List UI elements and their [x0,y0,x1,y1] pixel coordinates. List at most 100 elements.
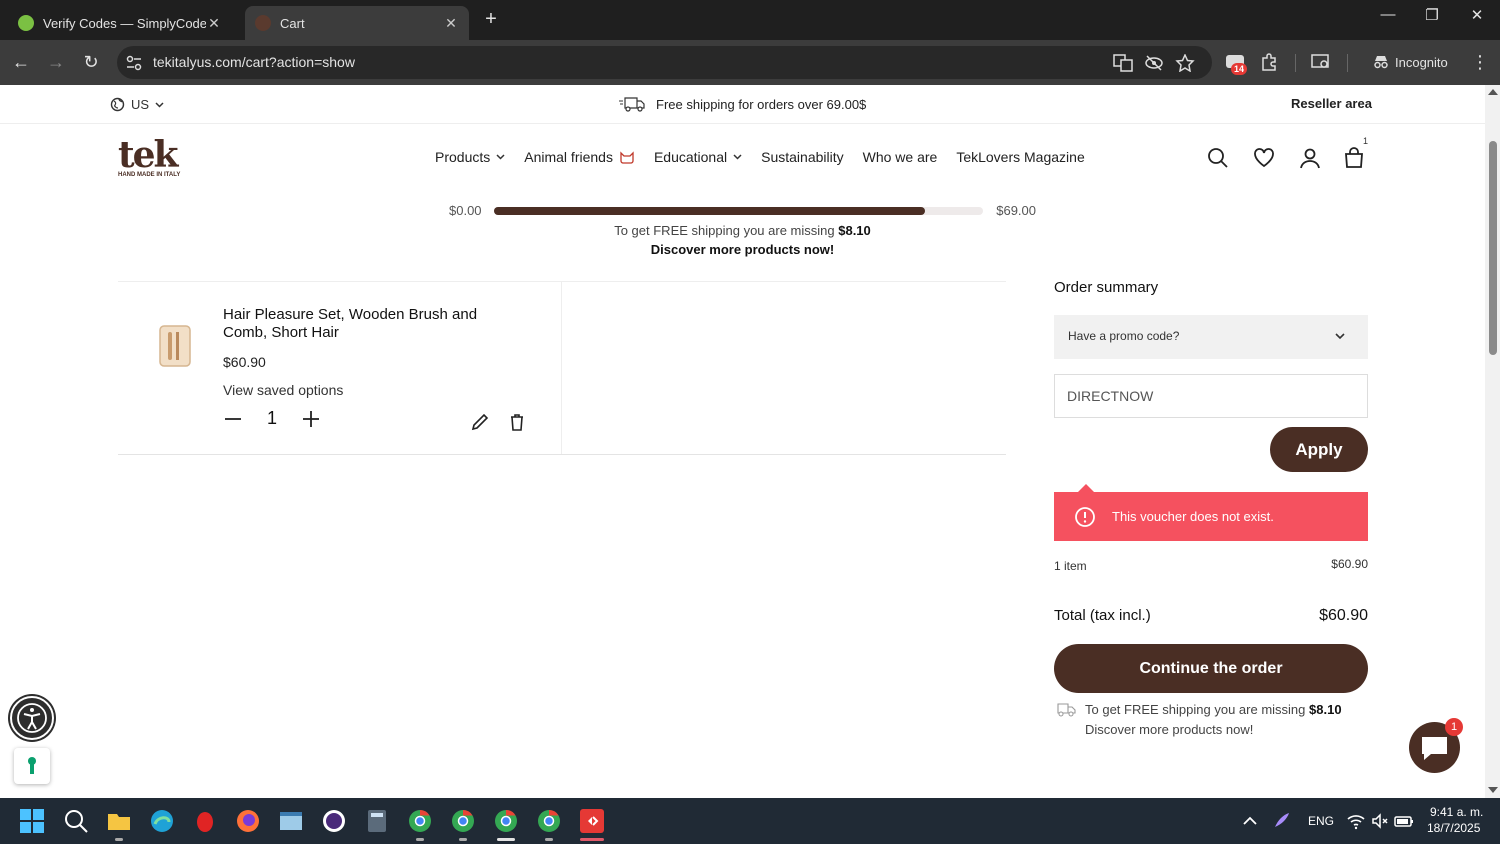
promo-code-toggle[interactable]: Have a promo code? [1054,315,1368,359]
quantity-value[interactable]: 1 [243,408,301,429]
clock-date[interactable]: 18/7/2025 [1427,821,1480,835]
input-language[interactable]: ENG [1308,814,1334,828]
nav-item-sustainability[interactable]: Sustainability [761,149,844,165]
volume-muted-icon[interactable] [1370,811,1390,831]
minus-icon[interactable] [223,409,243,429]
scrollbar-thumb[interactable] [1489,141,1497,355]
product-thumbnail[interactable] [158,324,192,368]
progress-fill [494,207,926,215]
promo-code-input[interactable] [1054,374,1368,418]
cast-search-icon[interactable] [1310,51,1332,73]
missing-amount: $8.10 [838,223,871,238]
media-app-icon[interactable] [321,808,347,834]
simplycodes-favicon-icon [18,15,34,31]
wishlist-heart-icon[interactable] [1252,146,1276,170]
plus-icon[interactable] [301,409,321,429]
reload-button[interactable]: ↻ [78,50,104,76]
summary-missing-amount: $8.10 [1309,702,1342,717]
logo-tagline: HAND MADE IN ITALY [118,172,181,178]
battery-charging-icon[interactable] [1394,811,1414,831]
search-icon[interactable] [1206,146,1230,170]
summary-missing-prefix: To get FREE shipping you are missing [1085,702,1306,717]
summary-discover-link[interactable]: Discover more products now! [1085,720,1253,740]
new-tab-button[interactable]: + [480,8,502,32]
nav-item-teklovers-magazine[interactable]: TekLovers Magazine [956,149,1084,165]
chrome-profile-icon[interactable] [493,808,519,834]
tab-verify-codes[interactable]: Verify Codes — SimplyCodes ✕ [8,6,232,40]
nav-item-who-we-are[interactable]: Who we are [863,149,938,165]
translate-icon[interactable] [1113,54,1133,72]
shipping-notice: Free shipping for orders over 69.00$ [619,96,866,112]
pen-feather-icon[interactable] [1272,810,1292,830]
shipping-missing-text: To get FREE shipping you are missing $8.… [0,223,1485,238]
incognito-label: Incognito [1395,54,1448,70]
windows-start-icon[interactable] [19,808,45,834]
toolbar-divider [1295,54,1296,72]
account-user-icon[interactable] [1298,146,1322,170]
firefox-icon[interactable] [235,808,261,834]
remote-app-icon[interactable] [579,808,605,834]
view-saved-options-link[interactable]: View saved options [223,382,343,398]
scroll-up-arrow-icon[interactable] [1488,89,1498,95]
back-button[interactable]: ← [8,50,34,76]
chrome-profile-icon[interactable] [536,808,562,834]
progress-max-label: $69.00 [996,203,1036,218]
site-info-icon[interactable] [125,54,143,72]
privacy-widget-button[interactable] [14,748,50,784]
calculator-icon[interactable] [364,808,390,834]
windows-taskbar: ENG 9:41 a. m. 18/7/2025 [0,798,1500,844]
apply-button[interactable]: Apply [1270,427,1368,472]
shopping-bag-icon[interactable] [1342,146,1366,170]
chrome-profile-icon[interactable] [450,808,476,834]
restore-icon[interactable]: ❐ [1412,6,1452,24]
url-text: tekitalyus.com/cart?action=show [153,54,355,70]
nav-label: TekLovers Magazine [956,149,1085,165]
close-icon[interactable]: ✕ [443,15,459,32]
nav-label: Who we are [862,149,938,165]
clock-time[interactable]: 9:41 a. m. [1430,805,1483,819]
minimize-icon[interactable]: — [1368,6,1408,23]
cart-items-panel: Hair Pleasure Set, Wooden Brush and Comb… [118,281,1006,455]
close-window-icon[interactable]: ✕ [1457,6,1497,24]
page-scrollbar[interactable] [1485,85,1500,798]
tab-title: Cart [280,15,305,31]
bug-app-icon[interactable] [192,808,218,834]
edge-icon[interactable] [149,808,175,834]
discover-products-link[interactable]: Discover more products now! [0,242,1485,257]
delete-trash-icon[interactable] [507,412,527,432]
extensions-puzzle-icon[interactable] [1259,51,1281,73]
running-indicator [416,838,424,841]
scroll-down-arrow-icon[interactable] [1488,787,1498,793]
reseller-area-link[interactable]: Reseller area [1291,96,1372,111]
forward-button[interactable]: → [43,50,69,76]
browser-toolbar: ← → ↻ tekitalyus.com/cart?action=show 14… [0,40,1500,85]
accessibility-button[interactable] [10,696,54,740]
bookmark-star-icon[interactable] [1175,54,1195,72]
close-icon[interactable]: ✕ [206,15,222,32]
chevron-up-icon[interactable] [1241,812,1259,830]
address-bar[interactable]: tekitalyus.com/cart?action=show [117,46,1212,79]
tab-cart[interactable]: Cart ✕ [245,6,469,40]
file-explorer-icon[interactable] [106,808,132,834]
terminal-window-icon[interactable] [278,808,304,834]
accessibility-icon [17,703,47,733]
running-indicator [459,838,467,841]
nav-item-animal-friends[interactable]: Animal friends [524,149,635,165]
continue-order-button[interactable]: Continue the order [1054,644,1368,693]
search-icon[interactable] [63,808,89,834]
nav-item-educational[interactable]: Educational [654,149,742,165]
edit-pencil-icon[interactable] [470,412,490,432]
product-name[interactable]: Hair Pleasure Set, Wooden Brush and Comb… [223,306,523,342]
nav-label: Animal friends [524,149,613,165]
total-value: $60.90 [1319,607,1368,624]
wifi-icon[interactable] [1346,811,1366,831]
chrome-profile-icon[interactable] [407,808,433,834]
browser-menu-icon[interactable]: ⋮ [1467,50,1493,76]
total-label: Total (tax incl.) [1054,607,1151,624]
locale-selector[interactable]: US [110,97,164,112]
site-logo[interactable]: tek HAND MADE IN ITALY [118,137,188,179]
items-subtotal-row: 1 item $60.90 [1054,557,1368,573]
incognito-indicator[interactable]: Incognito [1363,48,1455,76]
eye-off-icon[interactable] [1144,54,1164,72]
nav-item-products[interactable]: Products [435,149,505,165]
